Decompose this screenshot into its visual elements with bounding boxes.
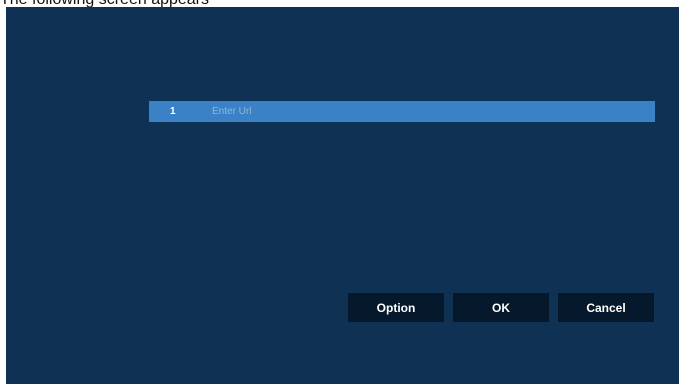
cancel-button[interactable]: Cancel (558, 293, 654, 322)
option-button[interactable]: Option (348, 293, 444, 322)
url-input-placeholder: Enter Url (212, 106, 252, 117)
url-row-index: 1 (170, 106, 176, 117)
url-settings-screen: 1 Enter Url Option OK Cancel (6, 7, 679, 384)
url-list-row-1[interactable]: 1 Enter Url (149, 101, 655, 122)
ok-button[interactable]: OK (453, 293, 549, 322)
